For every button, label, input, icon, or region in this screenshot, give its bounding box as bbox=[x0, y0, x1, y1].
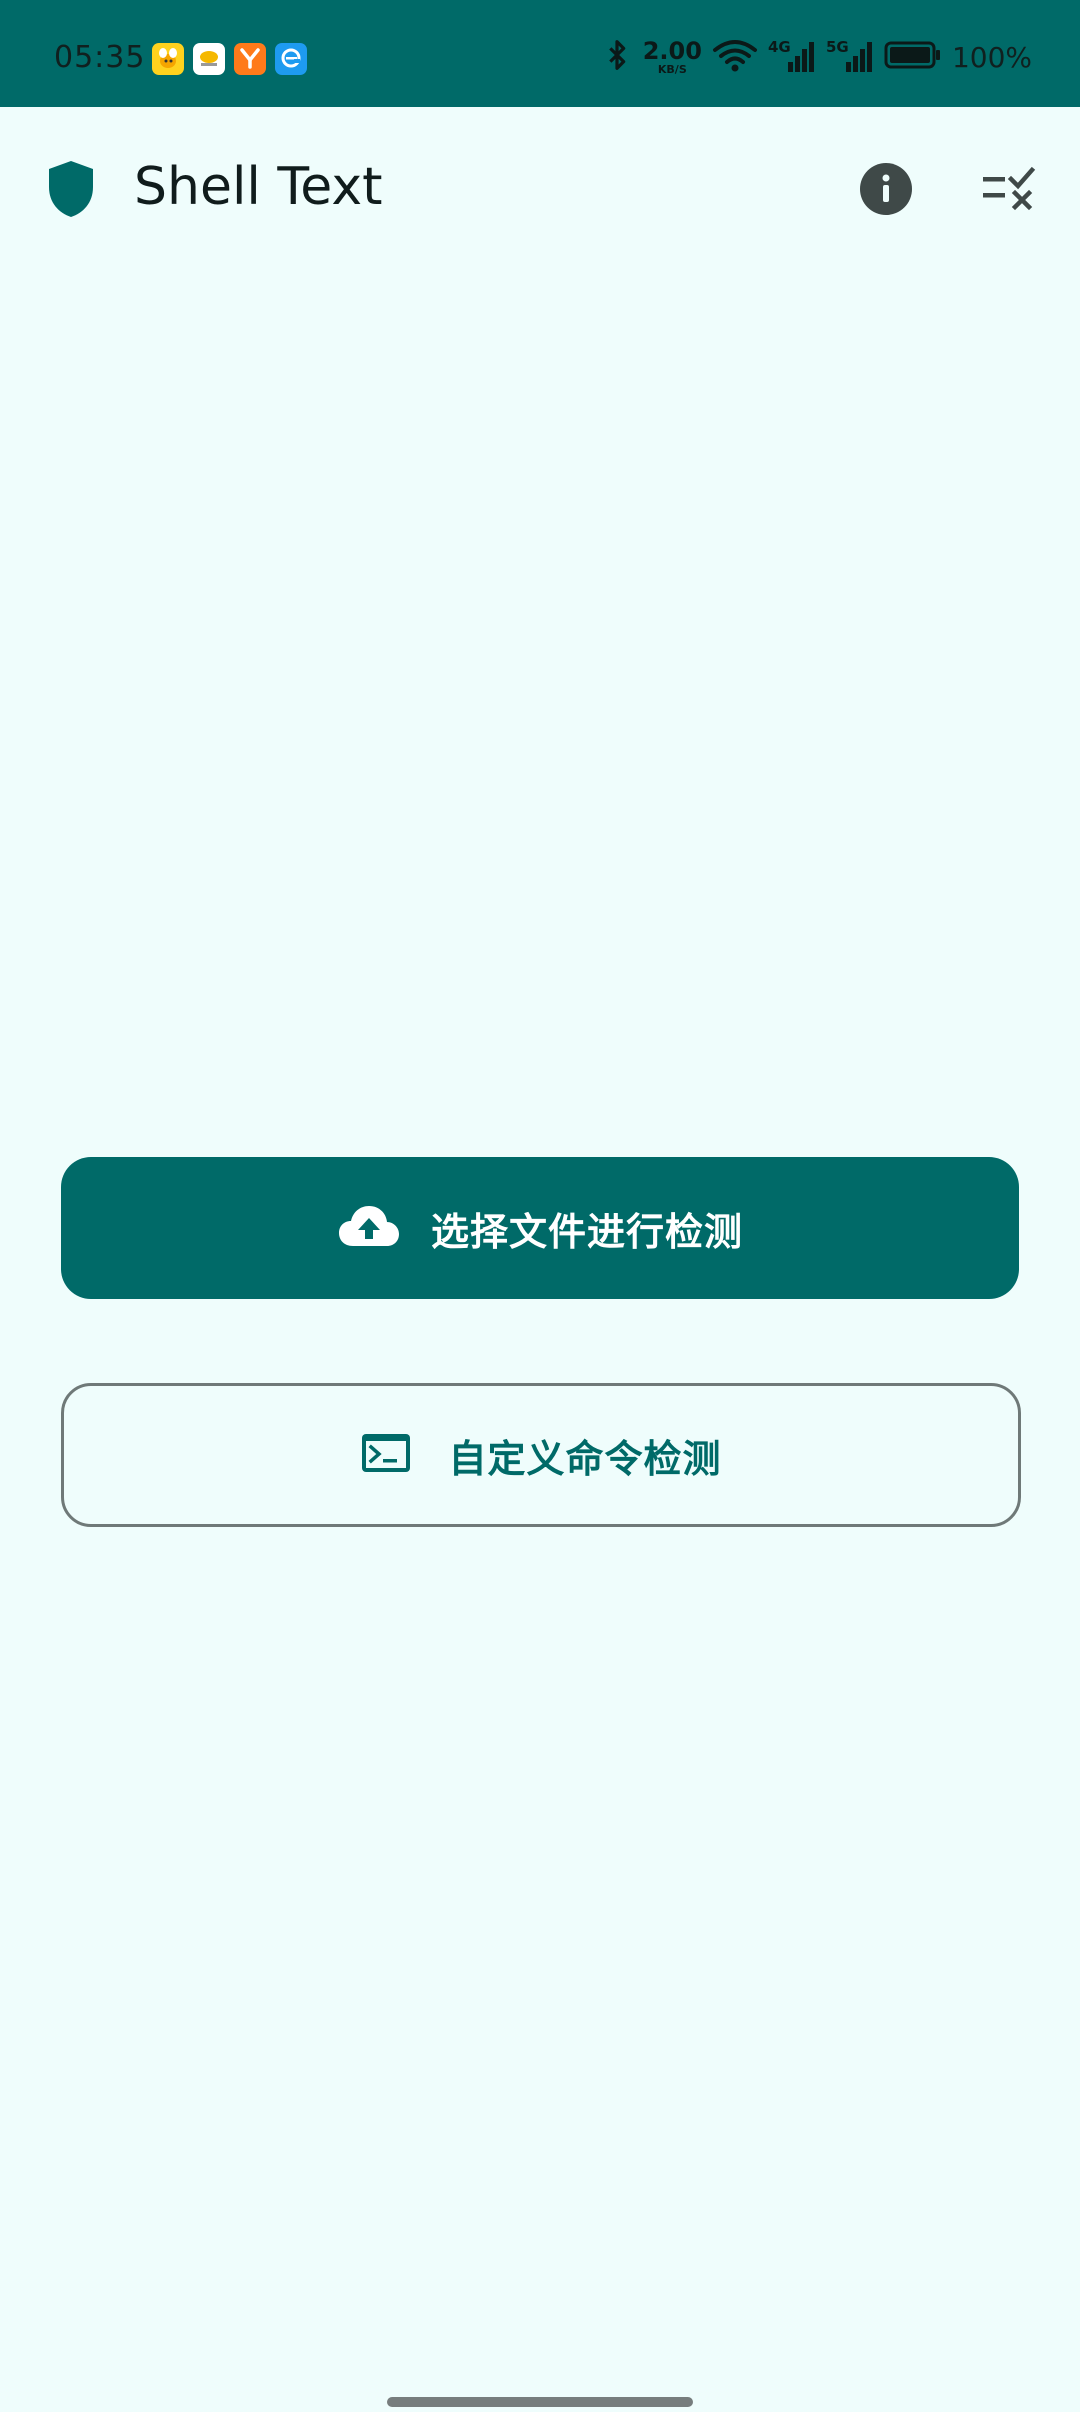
status-time: 05:35 bbox=[54, 40, 146, 75]
home-indicator[interactable] bbox=[387, 2397, 693, 2407]
notification-icons bbox=[152, 43, 307, 75]
info-icon bbox=[860, 163, 912, 215]
select-file-detect-label: 选择文件进行检测 bbox=[430, 1209, 743, 1254]
battery-icon bbox=[884, 40, 942, 74]
network-speed-unit: KB/S bbox=[657, 63, 687, 76]
shield-icon bbox=[46, 159, 96, 223]
select-file-detect-button[interactable]: 选择文件进行检测 bbox=[61, 1157, 1019, 1299]
cloud-app-icon bbox=[193, 43, 225, 75]
checklist-icon bbox=[983, 166, 1036, 211]
cellular-5g-icon: 5G bbox=[826, 38, 874, 74]
battery-percent: 100% bbox=[951, 40, 1032, 74]
checklist-button[interactable] bbox=[980, 165, 1036, 215]
network-speed: 2.00 KB/S bbox=[643, 39, 702, 75]
status-bar: 05:35 2.00 KB/S 4G 5G 100% bbox=[0, 0, 1080, 107]
network-speed-value: 2.00 bbox=[642, 37, 702, 65]
terminal-icon bbox=[360, 1432, 412, 1478]
wifi-icon bbox=[712, 38, 758, 76]
app-bar: Shell Text bbox=[0, 107, 1080, 273]
e-app-icon bbox=[275, 43, 307, 75]
status-indicators: 2.00 KB/S 4G 5G 100% bbox=[601, 38, 1032, 76]
y-app-icon bbox=[234, 43, 266, 75]
cloud-upload-icon bbox=[337, 1204, 401, 1252]
custom-command-detect-button[interactable]: 自定义命令检测 bbox=[61, 1383, 1021, 1527]
bluetooth-icon bbox=[601, 39, 633, 75]
custom-command-detect-label: 自定义命令检测 bbox=[448, 1436, 722, 1481]
cellular-4g-icon: 4G bbox=[768, 38, 816, 74]
info-button[interactable] bbox=[858, 161, 914, 217]
app-title: Shell Text bbox=[134, 157, 383, 217]
bee-app-icon bbox=[152, 43, 184, 75]
